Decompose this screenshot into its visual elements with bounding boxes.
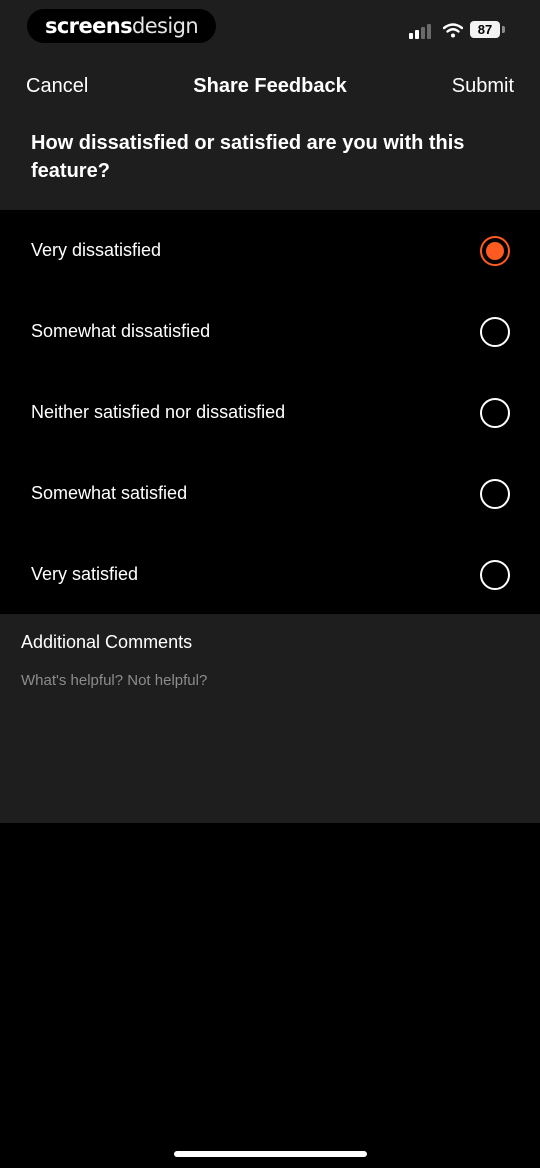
cellular-signal-icon [409, 24, 431, 39]
radio-button[interactable] [480, 397, 510, 428]
satisfaction-options: Very dissatisfied Somewhat dissatisfied … [0, 210, 540, 615]
nav-bar: Cancel Share Feedback Submit [0, 58, 540, 115]
question-text: How dissatisfied or satisfied are you wi… [31, 132, 465, 182]
option-label: Somewhat dissatisfied [31, 321, 211, 341]
option-label: Neither satisfied nor dissatisfied [31, 402, 286, 422]
battery-icon [502, 26, 505, 33]
radio-button[interactable] [480, 559, 510, 590]
brand-logo-part2: design [131, 14, 199, 38]
question-section: How dissatisfied or satisfied are you wi… [0, 115, 540, 210]
home-indicator [174, 1151, 367, 1157]
brand-logo: screens design [27, 9, 216, 43]
additional-comments-section: Additional Comments [0, 614, 540, 823]
radio-button[interactable] [480, 316, 510, 347]
radio-button[interactable] [480, 235, 510, 266]
option-somewhat-dissatisfied[interactable]: Somewhat dissatisfied [0, 291, 540, 372]
option-somewhat-satisfied[interactable]: Somewhat satisfied [0, 453, 540, 534]
option-neutral[interactable]: Neither satisfied nor dissatisfied [0, 372, 540, 453]
option-label: Somewhat satisfied [31, 483, 188, 503]
comments-input[interactable] [21, 672, 519, 812]
brand-logo-part1: screens [44, 14, 133, 38]
comments-title: Additional Comments [21, 632, 193, 652]
status-bar: screens design 87 [0, 0, 540, 58]
option-very-dissatisfied[interactable]: Very dissatisfied [0, 210, 540, 291]
battery-level: 87 [470, 21, 500, 38]
option-label: Very dissatisfied [31, 240, 162, 260]
wifi-icon [443, 23, 463, 38]
option-very-satisfied[interactable]: Very satisfied [0, 534, 540, 615]
submit-button[interactable]: Submit [452, 75, 514, 98]
radio-button[interactable] [480, 478, 510, 509]
option-label: Very satisfied [31, 564, 139, 584]
